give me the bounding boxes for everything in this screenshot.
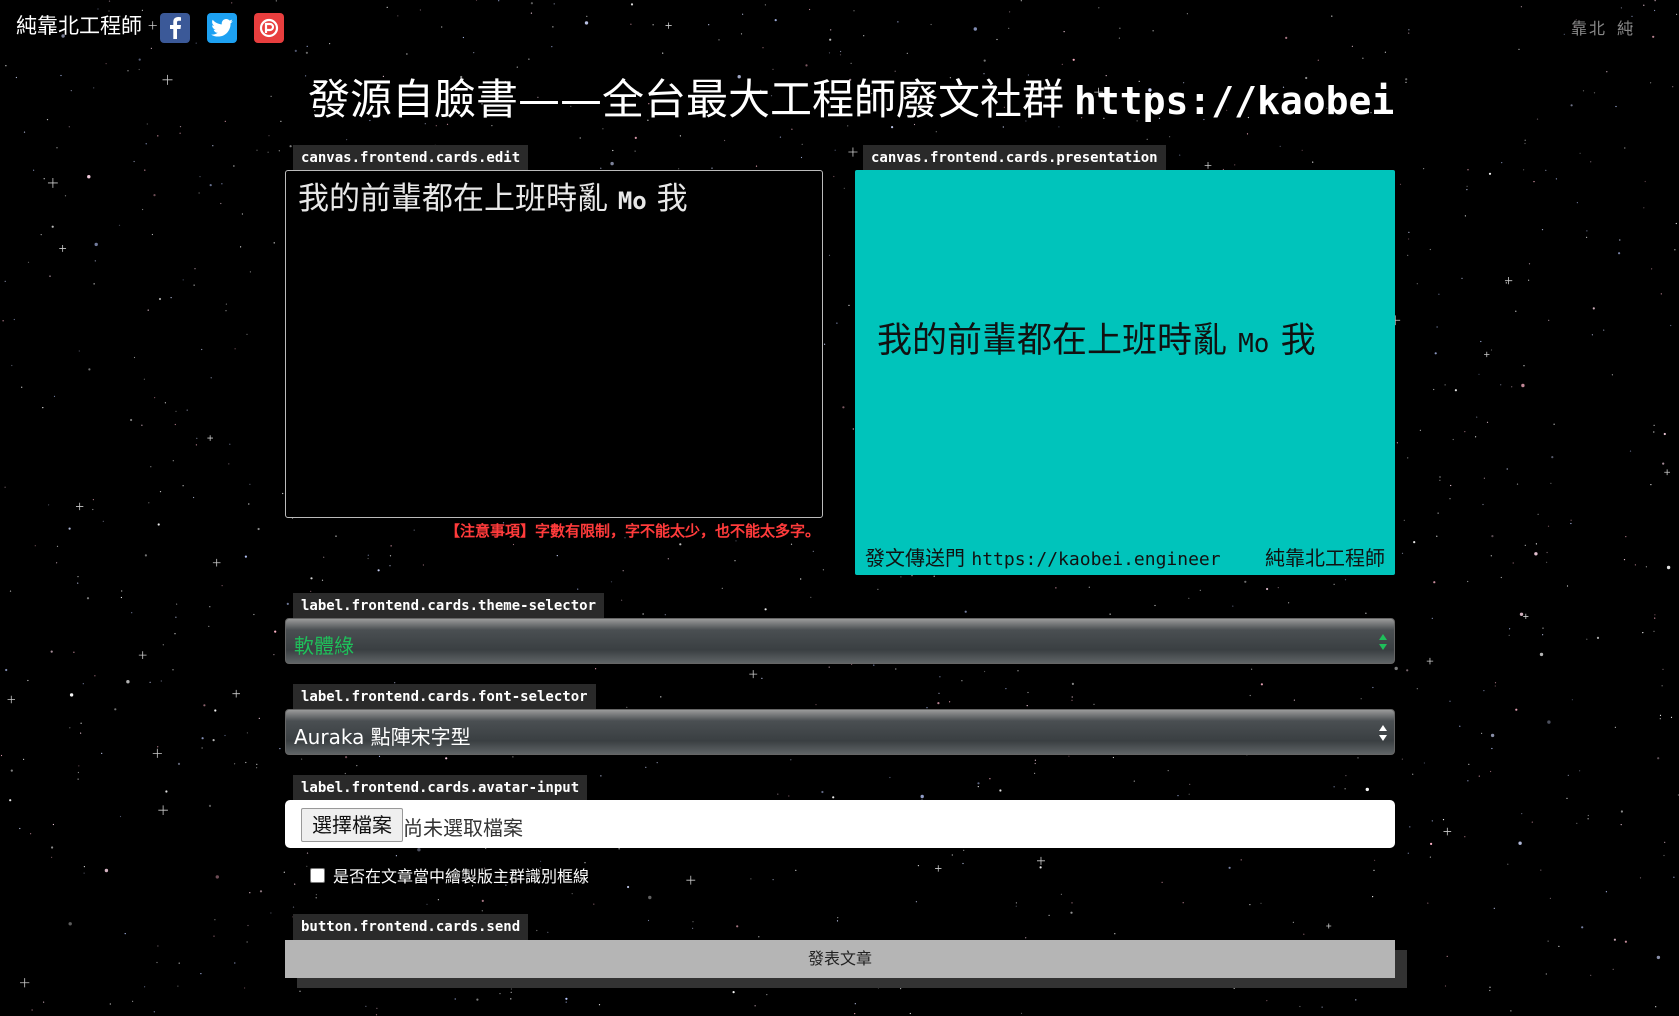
draw-frame-option: 是否在文章當中繪製版主群識別框線: [310, 864, 589, 886]
preview-footer-url: https://kaobei.engineer: [971, 549, 1221, 570]
preview-footer-label: 發文傳送門: [865, 546, 965, 570]
select-arrows-icon: [1379, 634, 1387, 650]
card-preview-canvas: 我的前輩都在上班時亂 Mo 我 發文傳送門 https://kaobei.eng…: [855, 170, 1395, 575]
post-content-textarea[interactable]: 我的前輩都在上班時亂 Mo 我: [285, 170, 823, 518]
preview-text-mono: Mo: [1238, 329, 1270, 359]
plurk-icon[interactable]: [254, 13, 284, 43]
top-nav: 純靠北工程師 靠北純: [0, 0, 1679, 56]
send-area: 發表文章: [285, 940, 1407, 988]
nav-link-kaobei[interactable]: 靠北: [1571, 19, 1607, 38]
avatar-input-label: label.frontend.cards.avatar-input: [293, 775, 588, 801]
font-selector-label: label.frontend.cards.font-selector: [293, 684, 596, 710]
font-select-value: Auraka 點陣宋字型: [294, 725, 471, 749]
preview-label: canvas.frontend.cards.presentation: [863, 145, 1166, 171]
headline-url: https://kaobei.e: [1074, 79, 1396, 123]
preview-footer-left: 發文傳送門 https://kaobei.engineer: [865, 542, 1221, 571]
editor-content-text: 我的前輩都在上班時亂: [298, 181, 608, 217]
preview-footer-brand: 純靠北工程師: [1265, 546, 1385, 570]
length-notice: 【注意事項】字數有限制，字不能太少，也不能太多字。: [444, 522, 820, 540]
font-select[interactable]: Auraka 點陣宋字型: [285, 709, 1395, 755]
choose-file-button[interactable]: 選擇檔案: [301, 808, 403, 842]
send-label: button.frontend.cards.send: [293, 914, 529, 940]
preview-text-tail: 我: [1280, 321, 1316, 361]
draw-frame-checkbox-label[interactable]: 是否在文章當中繪製版主群識別框線: [333, 863, 589, 887]
avatar-file-input[interactable]: 選擇檔案 尚未選取檔案: [285, 800, 1395, 848]
editor-label: canvas.frontend.cards.edit: [293, 145, 529, 171]
theme-selector-label: label.frontend.cards.theme-selector: [293, 593, 605, 619]
brand-logo[interactable]: 純靠北工程師: [16, 10, 142, 40]
preview-text-main: 我的前輩都在上班時亂: [877, 321, 1228, 361]
select-arrows-icon: [1379, 725, 1387, 741]
page-headline: 發源自臉書——全台最大工程師廢文社群https://kaobei.e: [308, 70, 1396, 130]
theme-select-value: 軟體綠: [294, 634, 354, 658]
editor-content-mono: Mo: [617, 187, 647, 215]
headline-text: 發源自臉書——全台最大工程師廢文社群: [308, 75, 1065, 124]
twitter-icon[interactable]: [207, 13, 237, 43]
nav-link-pure[interactable]: 純: [1617, 19, 1635, 38]
facebook-icon[interactable]: [160, 13, 190, 43]
preview-text: 我的前輩都在上班時亂 Mo 我: [877, 312, 1316, 363]
editor-content-tail: 我: [656, 181, 688, 217]
draw-frame-checkbox[interactable]: [310, 867, 325, 883]
nav-right-links: 靠北純: [1561, 15, 1635, 39]
publish-post-button[interactable]: 發表文章: [285, 940, 1395, 978]
no-file-selected-text: 尚未選取檔案: [403, 816, 523, 840]
theme-select[interactable]: 軟體綠: [285, 618, 1395, 664]
